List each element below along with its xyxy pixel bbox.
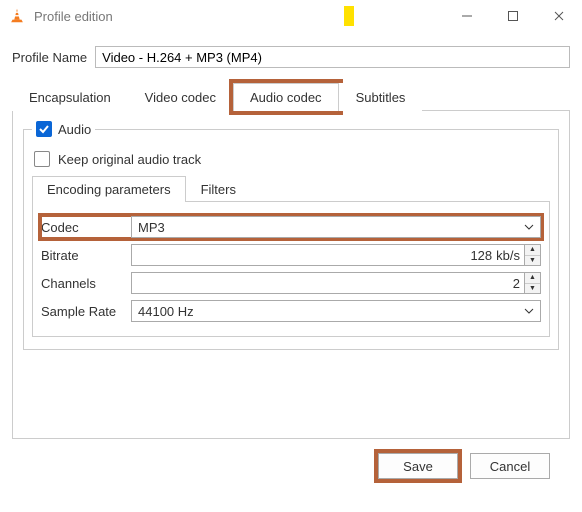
bitrate-spinner-buttons[interactable]: ▲ ▼ xyxy=(524,245,540,265)
audio-legend: Audio xyxy=(32,121,95,137)
titlebar: Profile edition xyxy=(0,0,582,32)
codec-row: Codec MP3 xyxy=(41,216,541,238)
bitrate-spinbox[interactable]: 128 kb/s ▲ ▼ xyxy=(131,244,541,266)
close-button[interactable] xyxy=(536,0,582,32)
channels-spinbox[interactable]: 2 ▲ ▼ xyxy=(131,272,541,294)
spinner-up-icon[interactable]: ▲ xyxy=(525,245,540,256)
channels-label: Channels xyxy=(41,276,121,291)
minimize-button[interactable] xyxy=(444,0,490,32)
audio-subtabs: Encoding parameters Filters xyxy=(32,175,550,202)
dialog-content: Profile Name Encapsulation Video codec A… xyxy=(0,32,582,479)
bitrate-value: 128 xyxy=(138,248,496,263)
tab-encapsulation[interactable]: Encapsulation xyxy=(12,83,128,111)
codec-value: MP3 xyxy=(138,220,165,235)
bitrate-label: Bitrate xyxy=(41,248,121,263)
save-button[interactable]: Save xyxy=(378,453,458,479)
keep-original-label: Keep original audio track xyxy=(58,152,201,167)
window-title: Profile edition xyxy=(34,9,113,24)
audio-fieldset: Audio Keep original audio track Encoding… xyxy=(23,121,559,350)
yellow-marker xyxy=(344,6,354,26)
codec-select[interactable]: MP3 xyxy=(131,216,541,238)
profile-name-label: Profile Name xyxy=(12,50,87,65)
bitrate-unit: kb/s xyxy=(496,248,524,263)
vlc-cone-icon xyxy=(8,7,26,25)
audio-codec-panel: Audio Keep original audio track Encoding… xyxy=(12,111,570,439)
subtab-encoding-parameters[interactable]: Encoding parameters xyxy=(32,176,186,202)
keep-original-row: Keep original audio track xyxy=(34,151,550,167)
tab-subtitles[interactable]: Subtitles xyxy=(339,83,423,111)
cancel-button[interactable]: Cancel xyxy=(470,453,550,479)
samplerate-row: Sample Rate 44100 Hz xyxy=(41,300,541,322)
tab-audio-codec[interactable]: Audio codec xyxy=(233,83,339,111)
encoding-parameters-panel: Codec MP3 Bitrate xyxy=(32,202,550,337)
audio-checkbox-label: Audio xyxy=(58,122,91,137)
spinner-up-icon[interactable]: ▲ xyxy=(525,273,540,284)
samplerate-label: Sample Rate xyxy=(41,304,121,319)
profile-name-input[interactable] xyxy=(95,46,570,68)
codec-label: Codec xyxy=(41,220,121,235)
samplerate-select[interactable]: 44100 Hz xyxy=(131,300,541,322)
bitrate-row: Bitrate 128 kb/s ▲ ▼ xyxy=(41,244,541,266)
channels-spinner-buttons[interactable]: ▲ ▼ xyxy=(524,273,540,293)
profile-name-row: Profile Name xyxy=(12,46,570,68)
channels-value: 2 xyxy=(138,276,524,291)
samplerate-value: 44100 Hz xyxy=(138,304,194,319)
channels-row: Channels 2 ▲ ▼ xyxy=(41,272,541,294)
keep-original-checkbox[interactable] xyxy=(34,151,50,167)
spinner-down-icon[interactable]: ▼ xyxy=(525,284,540,294)
spinner-down-icon[interactable]: ▼ xyxy=(525,256,540,266)
chevron-down-icon xyxy=(524,224,534,230)
dialog-footer: Save Cancel xyxy=(12,439,570,479)
main-tabs: Encapsulation Video codec Audio codec Su… xyxy=(12,82,570,111)
maximize-button[interactable] xyxy=(490,0,536,32)
tab-video-codec[interactable]: Video codec xyxy=(128,83,233,111)
chevron-down-icon xyxy=(524,308,534,314)
audio-checkbox[interactable] xyxy=(36,121,52,137)
subtab-filters[interactable]: Filters xyxy=(186,176,251,202)
